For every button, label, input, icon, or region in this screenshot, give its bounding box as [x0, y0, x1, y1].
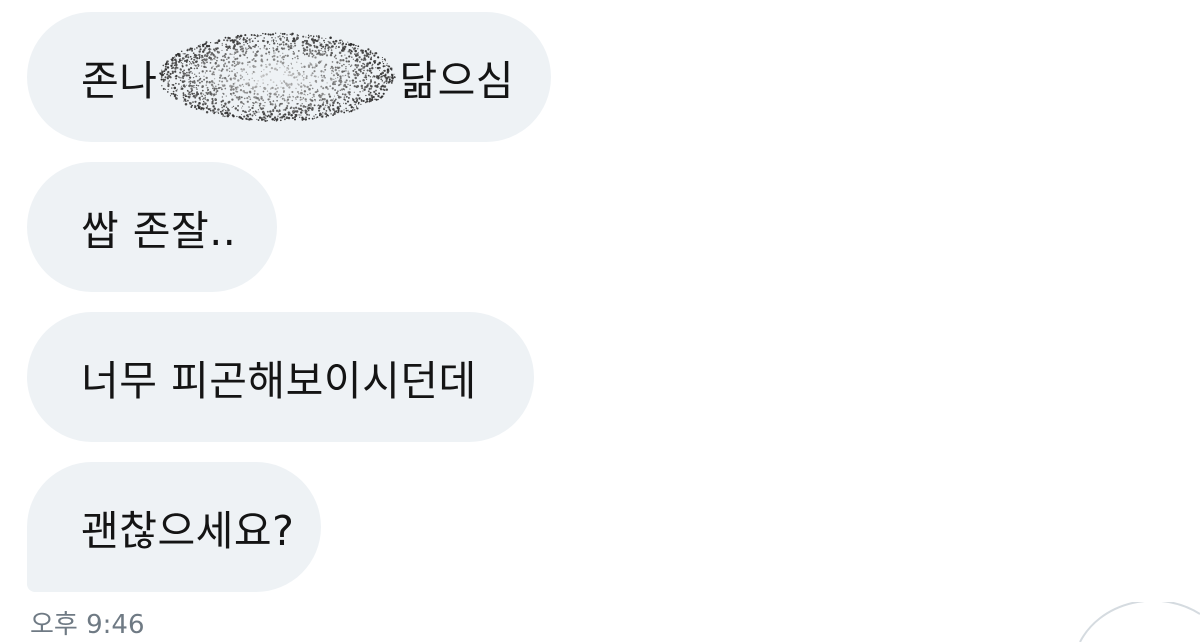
message-text: 쌉 존잘..	[81, 207, 237, 255]
message-text: 너무 피곤해보이시던데	[81, 357, 477, 405]
message-bubble[interactable]: 너무 피곤해보이시던데	[27, 312, 534, 442]
chat-thread: 존나 닮으심 쌉 존잘.. 너무 피곤해보이시던데 괜찮으세요? 오후 9:46	[0, 0, 1200, 642]
message-bubble[interactable]: 괜찮으세요?	[27, 462, 321, 592]
message-text: 닮으심	[399, 57, 515, 105]
message-bubble[interactable]: 쌉 존잘..	[27, 162, 277, 292]
scroll-button-edge[interactable]	[1040, 602, 1200, 642]
message-timestamp: 오후 9:46	[30, 610, 145, 640]
message-text: 존나	[81, 57, 158, 105]
message-text: 괜찮으세요?	[81, 507, 295, 555]
message-bubble[interactable]: 존나 닮으심	[27, 12, 551, 142]
redaction-scribble	[157, 32, 397, 122]
